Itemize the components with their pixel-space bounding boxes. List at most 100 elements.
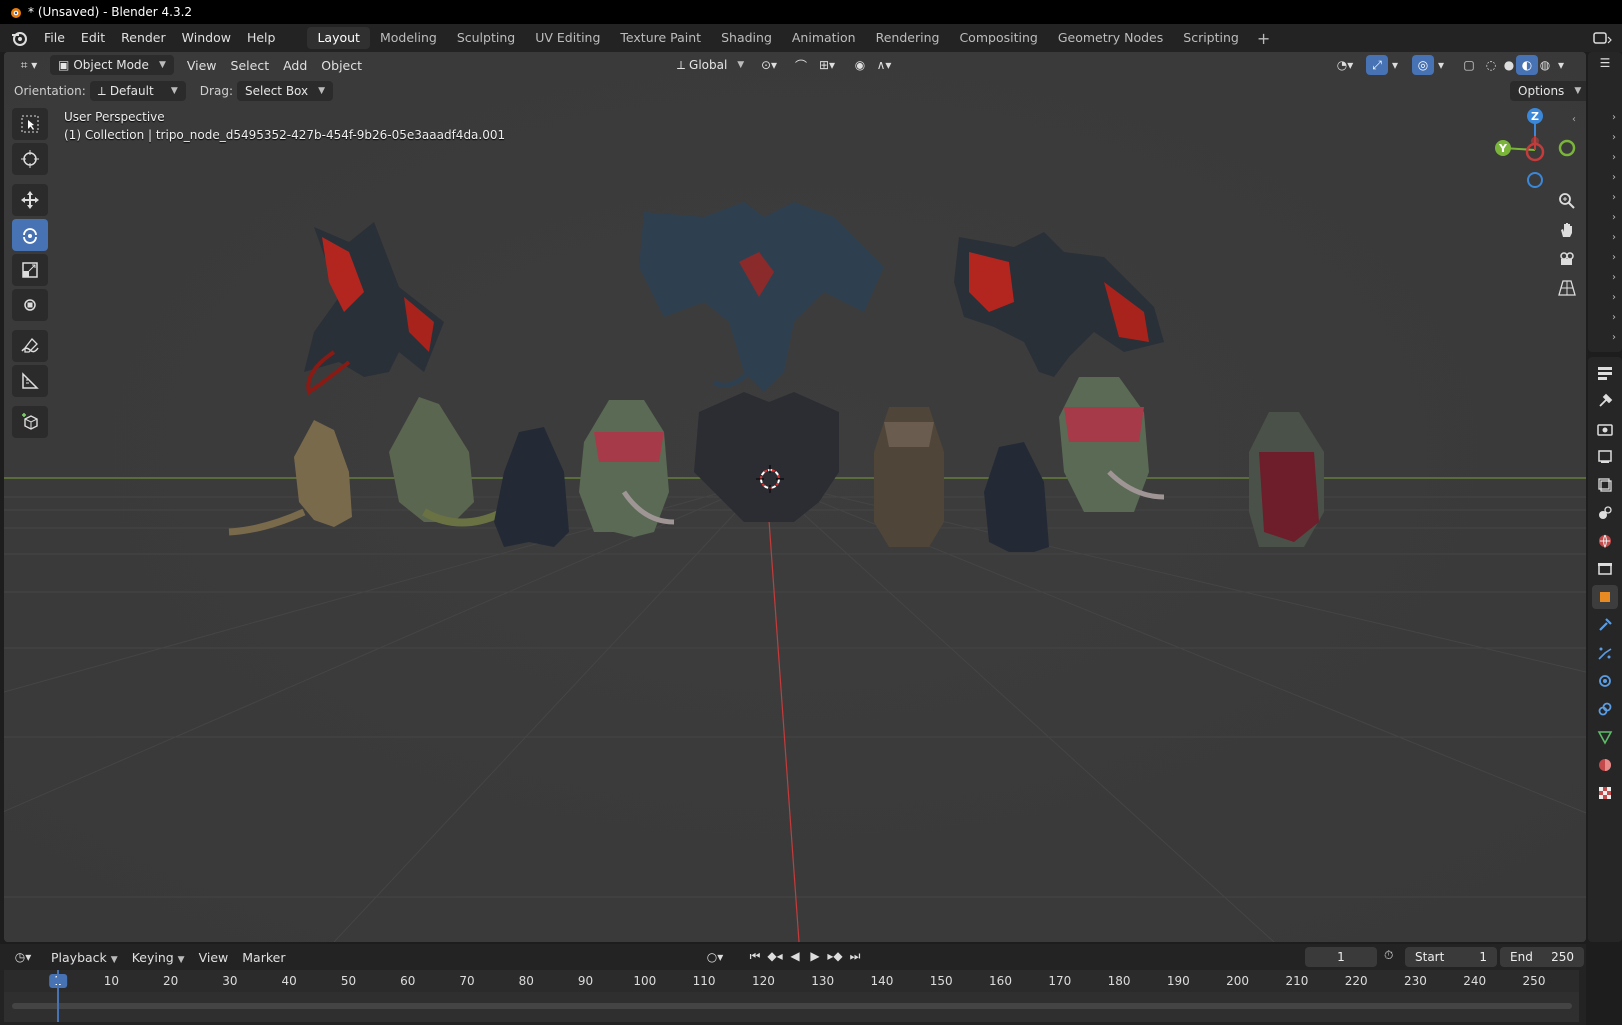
outliner-rows[interactable]: › › › › › › › › › › › › <box>1588 74 1622 348</box>
shading-menu-icon[interactable]: ▾ <box>1554 55 1568 75</box>
render-properties-icon[interactable] <box>1592 417 1618 441</box>
tab-uv-editing[interactable]: UV Editing <box>525 27 610 49</box>
perspective-toggle-icon[interactable] <box>1553 274 1581 302</box>
add-workspace-icon[interactable]: + <box>1249 29 1278 48</box>
start-frame-field[interactable]: Start 1 <box>1405 947 1497 967</box>
move-tool[interactable] <box>12 184 48 216</box>
zoom-icon[interactable] <box>1553 187 1581 215</box>
end-frame-field[interactable]: End 250 <box>1500 947 1584 967</box>
select-box-tool[interactable] <box>12 108 48 140</box>
menu-file[interactable]: File <box>36 24 73 52</box>
outliner-collapsed[interactable]: ☰ › › › › › › › › › › › › <box>1588 52 1622 352</box>
cursor-tool[interactable] <box>12 143 48 175</box>
world-properties-icon[interactable] <box>1592 529 1618 553</box>
drag-dropdown[interactable]: Select Box ▼ <box>236 81 334 101</box>
material-properties-icon[interactable] <box>1592 753 1618 777</box>
mode-selector[interactable]: ▣ Object Mode ▼ <box>50 55 174 75</box>
preview-range-icon[interactable]: ⏱ <box>1384 948 1393 963</box>
options-dropdown[interactable]: Options ▼ <box>1510 81 1586 101</box>
play-icon[interactable]: ▶ <box>806 949 824 963</box>
tool-properties-icon[interactable] <box>1592 389 1618 413</box>
tab-rendering[interactable]: Rendering <box>866 27 950 49</box>
menu-view[interactable]: View <box>180 58 224 73</box>
tab-geometry-nodes[interactable]: Geometry Nodes <box>1048 27 1173 49</box>
measure-tool[interactable] <box>12 365 48 397</box>
jump-to-next-keyframe-icon[interactable]: ▸◆ <box>826 949 844 963</box>
pivot-point-icon[interactable]: ⊙▾ <box>754 55 784 75</box>
outliner-editor-icon[interactable]: ☰ <box>1588 52 1622 74</box>
sidebar-toggle-icon[interactable]: ‹ <box>1572 114 1576 125</box>
output-properties-icon[interactable] <box>1592 445 1618 469</box>
modifier-properties-icon[interactable] <box>1592 613 1618 637</box>
tab-texture-paint[interactable]: Texture Paint <box>610 27 711 49</box>
texture-properties-icon[interactable] <box>1592 781 1618 805</box>
transform-tool[interactable] <box>12 289 48 321</box>
annotate-tool[interactable] <box>12 330 48 362</box>
timeline-track[interactable] <box>4 992 1579 1022</box>
tab-modeling[interactable]: Modeling <box>370 27 447 49</box>
timeline-editor-type-icon[interactable]: ◷▾ <box>8 947 38 967</box>
barbarian-model[interactable] <box>874 407 944 547</box>
snap-target-icon[interactable]: ⊞▾ <box>812 55 842 75</box>
menu-add[interactable]: Add <box>276 58 314 73</box>
current-frame-field[interactable]: 1 <box>1305 947 1377 967</box>
tab-shading[interactable]: Shading <box>711 27 782 49</box>
overlays-toggle-icon[interactable]: ◎ <box>1412 55 1434 75</box>
y-axis-negative-icon[interactable] <box>1558 139 1576 157</box>
menu-help[interactable]: Help <box>239 24 284 52</box>
menu-object[interactable]: Object <box>314 58 369 73</box>
scale-tool[interactable] <box>12 254 48 286</box>
view-layer-properties-icon[interactable] <box>1592 473 1618 497</box>
marker-menu[interactable]: Marker <box>235 950 292 965</box>
proportional-falloff-icon[interactable]: ∧▾ <box>871 55 897 75</box>
tab-scripting[interactable]: Scripting <box>1173 27 1249 49</box>
scene-selector-icon[interactable] <box>1592 29 1614 47</box>
jump-to-start-icon[interactable]: ⏮ <box>746 949 764 964</box>
z-axis-negative-icon[interactable] <box>1527 172 1543 188</box>
pan-hand-icon[interactable] <box>1553 216 1581 244</box>
tab-sculpting[interactable]: Sculpting <box>447 27 525 49</box>
rotate-tool[interactable] <box>12 219 48 251</box>
camera-view-icon[interactable] <box>1553 245 1581 273</box>
editor-type-icon[interactable]: ⌗ ▾ <box>12 55 46 75</box>
menu-window[interactable]: Window <box>174 24 239 52</box>
properties-editor-icon[interactable] <box>1592 361 1618 385</box>
constraint-properties-icon[interactable] <box>1592 697 1618 721</box>
particle-properties-icon[interactable] <box>1592 641 1618 665</box>
menu-edit[interactable]: Edit <box>73 24 113 52</box>
menu-select[interactable]: Select <box>224 58 277 73</box>
tab-animation[interactable]: Animation <box>782 27 866 49</box>
3d-viewport[interactable]: ⌗ ▾ ▣ Object Mode ▼ View Select Add Obje… <box>4 52 1586 942</box>
snap-toggle-icon[interactable]: ⌒ <box>790 55 812 75</box>
menu-render[interactable]: Render <box>113 24 174 52</box>
chevron-down-icon: ▼ <box>110 954 118 965</box>
blender-menu-icon[interactable] <box>10 29 28 47</box>
object-properties-icon[interactable] <box>1592 585 1618 609</box>
xray-toggle-icon[interactable]: ▢ <box>1458 55 1480 75</box>
play-reverse-icon[interactable]: ◀ <box>786 949 804 963</box>
overlays-menu-icon[interactable]: ▾ <box>1434 55 1448 75</box>
navigation-gizmo[interactable]: Z Y <box>1488 108 1578 188</box>
tab-layout[interactable]: Layout <box>307 27 370 49</box>
collection-properties-icon[interactable] <box>1592 557 1618 581</box>
auto-keying-icon[interactable]: ○▾ <box>700 947 730 967</box>
gizmo-toggle-icon[interactable]: ⤢ <box>1366 55 1388 75</box>
tab-compositing[interactable]: Compositing <box>949 27 1047 49</box>
orientation-dropdown[interactable]: ⟂ Default ▼ <box>89 81 186 101</box>
jump-to-end-icon[interactable]: ⏭ <box>846 949 864 964</box>
proportional-edit-icon[interactable]: ◉ <box>849 55 871 75</box>
keying-menu[interactable]: Keying ▼ <box>125 950 192 965</box>
gizmo-menu-icon[interactable]: ▾ <box>1388 55 1402 75</box>
data-properties-icon[interactable] <box>1592 725 1618 749</box>
timeline-view-menu[interactable]: View <box>192 950 236 965</box>
timeline-ruler[interactable]: 1102030405060708090100110120130140150160… <box>4 970 1579 992</box>
transform-orientation-dropdown[interactable]: ⟂ Global ▼ <box>669 55 752 75</box>
jump-to-prev-keyframe-icon[interactable]: ◆◂ <box>766 949 784 963</box>
visibility-filter-icon[interactable]: ◔▾ <box>1330 55 1360 75</box>
scene-properties-icon[interactable] <box>1592 501 1618 525</box>
playback-menu[interactable]: Playback ▼ <box>44 950 125 965</box>
physics-properties-icon[interactable] <box>1592 669 1618 693</box>
timeline-scrollbar[interactable] <box>12 1003 1572 1009</box>
rendered-shading-icon[interactable]: ◍ <box>1534 55 1556 75</box>
add-cube-tool[interactable] <box>12 406 48 438</box>
